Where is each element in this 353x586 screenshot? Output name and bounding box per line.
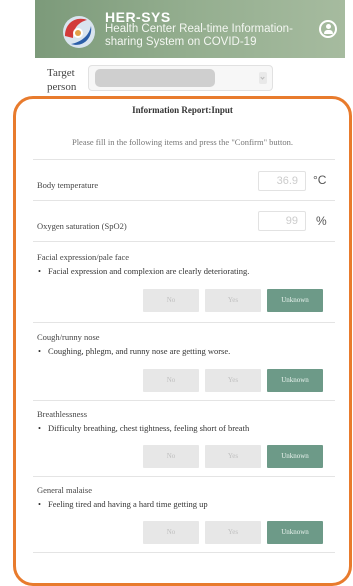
no-button[interactable]: No bbox=[143, 369, 199, 392]
app-header: HER-SYS Health Center Real-time Informat… bbox=[35, 0, 345, 58]
question-title: General malaise bbox=[37, 485, 92, 495]
app-subtitle: Health Center Real-time Information-shar… bbox=[105, 23, 293, 48]
body-temperature-label: Body temperature bbox=[37, 180, 99, 190]
body-temperature-unit: °C bbox=[313, 173, 327, 187]
target-person-value bbox=[95, 69, 215, 87]
hersys-logo-icon bbox=[63, 16, 95, 48]
unknown-button[interactable]: Unknown bbox=[267, 289, 323, 312]
target-person-select[interactable] bbox=[88, 65, 273, 91]
question-description: Coughing, phlegm, and runny nose are get… bbox=[38, 346, 338, 356]
yes-button[interactable]: Yes bbox=[205, 521, 261, 544]
question-description: Facial expression and complexion are cle… bbox=[38, 266, 338, 276]
yes-button[interactable]: Yes bbox=[205, 369, 261, 392]
oxygen-saturation-unit: % bbox=[316, 214, 327, 228]
no-button[interactable]: No bbox=[143, 445, 199, 468]
question-title: Facial expression/pale face bbox=[37, 252, 130, 262]
user-account-icon[interactable] bbox=[319, 20, 337, 38]
question-description: Difficulty breathing, chest tightness, f… bbox=[38, 423, 338, 433]
divider bbox=[33, 400, 335, 401]
form-title: Information Report:Input bbox=[132, 105, 233, 115]
question-description: Feeling tired and having a hard time get… bbox=[38, 499, 338, 509]
yes-button[interactable]: Yes bbox=[205, 289, 261, 312]
no-button[interactable]: No bbox=[143, 289, 199, 312]
no-button[interactable]: No bbox=[143, 521, 199, 544]
divider bbox=[33, 200, 335, 201]
body-temperature-input[interactable]: 36.9 bbox=[258, 171, 306, 191]
oxygen-saturation-label: Oxygen saturation (SpO2) bbox=[37, 221, 127, 231]
unknown-button[interactable]: Unknown bbox=[267, 369, 323, 392]
divider bbox=[33, 159, 335, 160]
oxygen-saturation-input[interactable]: 99 bbox=[258, 211, 306, 231]
information-report-form: Information Report:Input Please fill in … bbox=[13, 96, 352, 586]
divider bbox=[33, 241, 335, 242]
unknown-button[interactable]: Unknown bbox=[267, 521, 323, 544]
yes-button[interactable]: Yes bbox=[205, 445, 261, 468]
divider bbox=[33, 552, 335, 553]
form-instruction: Please fill in the following items and p… bbox=[71, 137, 294, 147]
chevron-down-icon bbox=[259, 72, 267, 84]
unknown-button[interactable]: Unknown bbox=[267, 445, 323, 468]
divider bbox=[33, 322, 335, 323]
target-person-label: Target person bbox=[47, 67, 77, 93]
question-title: Breathlessness bbox=[37, 409, 88, 419]
question-title: Cough/runny nose bbox=[37, 332, 100, 342]
divider bbox=[33, 476, 335, 477]
